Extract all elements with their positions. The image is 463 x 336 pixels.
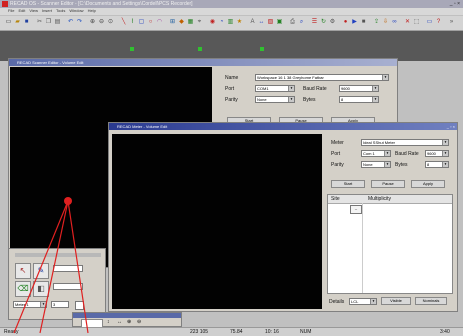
annotation-line (67, 200, 89, 334)
annotation-dot (64, 197, 72, 205)
annotation-line (13, 200, 69, 334)
annotation-overlay (13, 197, 89, 334)
annotation-line (39, 200, 69, 334)
